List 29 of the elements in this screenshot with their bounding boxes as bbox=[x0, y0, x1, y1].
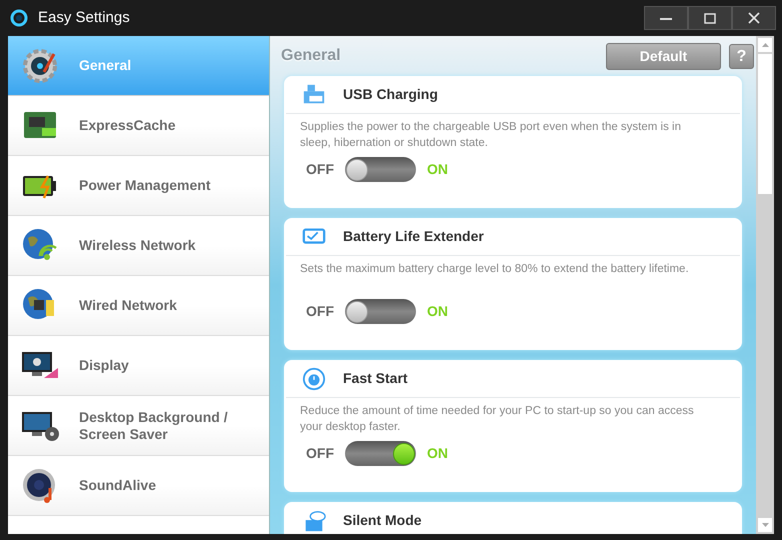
setting-title: USB Charging bbox=[343, 85, 438, 104]
toggle-switch[interactable] bbox=[345, 299, 416, 324]
minimize-button[interactable] bbox=[644, 6, 688, 30]
setting-description: Sets the maximum battery charge level to 80% to extend the battery lifetime. bbox=[300, 262, 690, 277]
maximize-icon bbox=[704, 12, 716, 24]
power-gauge-icon bbox=[301, 366, 327, 390]
setting-description: Reduce the amount of time needed for your PC to start-up so you can access your desktop faster. bbox=[300, 404, 695, 435]
off-label: OFF bbox=[306, 160, 334, 179]
app-logo-icon bbox=[10, 9, 28, 27]
off-label: OFF bbox=[306, 302, 334, 321]
on-label: ON bbox=[427, 160, 448, 179]
scrollbar[interactable] bbox=[756, 36, 774, 534]
on-label: ON bbox=[427, 302, 448, 321]
setting-description: Supplies the power to the chargeable USB port even when the system is in sleep, hibernation or shutdown state. bbox=[300, 120, 682, 151]
section-heading: General bbox=[281, 46, 341, 66]
off-label: OFF bbox=[306, 444, 334, 463]
on-label: ON bbox=[427, 444, 448, 463]
toggle-switch[interactable] bbox=[345, 441, 416, 466]
usb-drive-icon bbox=[301, 82, 327, 106]
close-icon bbox=[748, 12, 760, 24]
close-button[interactable] bbox=[732, 6, 776, 30]
minimize-icon bbox=[660, 16, 672, 20]
scrollbar-thumb[interactable] bbox=[758, 54, 772, 194]
setting-title: Battery Life Extender bbox=[343, 227, 484, 246]
window-title: Easy Settings bbox=[38, 8, 130, 28]
setting-title: Fast Start bbox=[343, 369, 408, 388]
maximize-button[interactable] bbox=[688, 6, 732, 30]
setting-title: Silent Mode bbox=[343, 511, 422, 530]
toggle-switch[interactable] bbox=[345, 157, 416, 182]
